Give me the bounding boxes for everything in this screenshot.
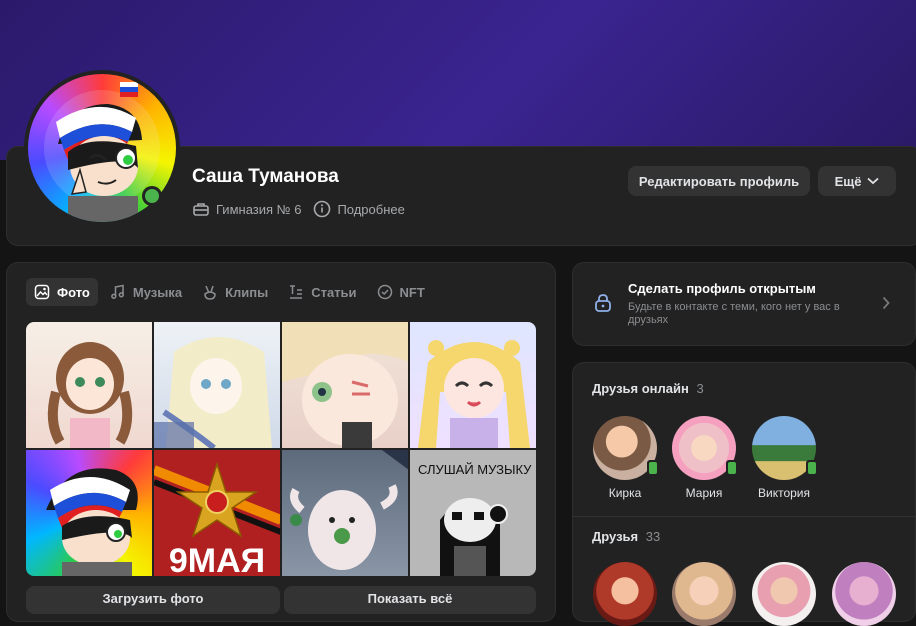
friends-online-label: Друзья онлайн [592,381,689,396]
friends-online-header[interactable]: Друзья онлайн 3 [592,381,704,396]
more-button[interactable]: Ещё [818,166,896,196]
friend-online-3[interactable]: Виктория [749,416,819,500]
mobile-online-icon [647,460,659,476]
more-button-label: Ещё [834,173,862,189]
friend-avatar[interactable] [672,562,736,626]
friend-online-2[interactable]: Мария [669,416,739,500]
school-icon [193,203,209,216]
check-badge-icon [377,284,392,300]
content-tabs: Фото Музыка Клипы Статьи NFT [26,278,433,306]
friend-avatar[interactable] [593,562,657,626]
tab-clips-label: Клипы [225,284,269,300]
tab-clips[interactable]: Клипы [194,278,276,306]
friend-name: Кирка [608,486,642,500]
friend-avatar[interactable] [832,562,896,626]
photo-anime-girl-closeup[interactable] [282,322,408,448]
friends-header[interactable]: Друзья 33 [592,529,660,544]
school-name: Гимназия № 6 [216,201,302,217]
chevron-down-icon [867,177,880,185]
profile-meta: Гимназия № 6 Подробнее [192,200,405,218]
privacy-title: Сделать профиль открытым [628,281,816,296]
friend-name: Виктория [757,486,810,500]
photo-anime-girl-blonde[interactable] [410,322,536,448]
victory-day-text: 9МАЯ [169,542,265,576]
more-info-link[interactable]: Подробнее [313,200,405,218]
edit-profile-button[interactable]: Редактировать профиль [628,166,810,196]
photo-victory-day-9-may[interactable]: 9МАЯ [154,450,280,576]
tab-music-label: Музыка [132,284,183,300]
listen-music-text: СЛУШАЙ МУЗЫКУ [418,462,532,477]
photo-anime-girl-sketch[interactable] [154,322,280,448]
tab-photos[interactable]: Фото [26,278,98,306]
online-status-indicator [142,186,162,206]
info-icon [314,200,331,218]
friends-online-count: 3 [696,381,704,396]
upload-photo-button[interactable]: Загрузить фото [26,586,280,614]
school-info[interactable]: Гимназия № 6 [192,201,301,217]
tab-nft[interactable]: NFT [369,278,433,306]
divider [572,516,916,517]
more-info-label: Подробнее [337,201,405,217]
mobile-online-icon [806,460,818,476]
tab-music[interactable]: Музыка [102,278,190,306]
privacy-description: Будьте в контакте с теми, кого нет у вас… [628,301,840,326]
photo-anime-girl-brown-hair[interactable] [26,322,152,448]
friends-count: 33 [645,529,661,544]
avatar [593,416,659,480]
photo-clay-figure[interactable] [282,450,408,576]
tab-nft-label: NFT [399,284,425,300]
avatar [672,416,738,480]
image-icon [34,284,50,300]
tab-articles-label: Статьи [311,284,357,300]
mobile-online-icon [726,460,738,476]
photo-avatar-rainbow[interactable] [26,450,152,576]
lock-icon [595,294,611,312]
article-icon [290,285,303,299]
tab-articles[interactable]: Статьи [280,278,364,306]
friend-name: Мария [685,486,723,500]
music-note-icon [111,284,124,299]
friends-label: Друзья [592,529,639,544]
profile-name: Саша Туманова [192,166,339,187]
photo-grid: 9МАЯ СЛУШАЙ МУЗЫКУ [26,322,536,576]
chevron-right-icon [882,296,890,310]
avatar [752,416,818,480]
tab-photos-label: Фото [57,284,90,300]
friend-avatar[interactable] [752,562,816,626]
show-all-photos-button[interactable]: Показать всё [284,586,536,614]
photo-listen-music-drawing[interactable]: СЛУШАЙ МУЗЫКУ [410,450,536,576]
clips-icon [204,285,216,300]
friend-online-1[interactable]: Кирка [590,416,660,500]
